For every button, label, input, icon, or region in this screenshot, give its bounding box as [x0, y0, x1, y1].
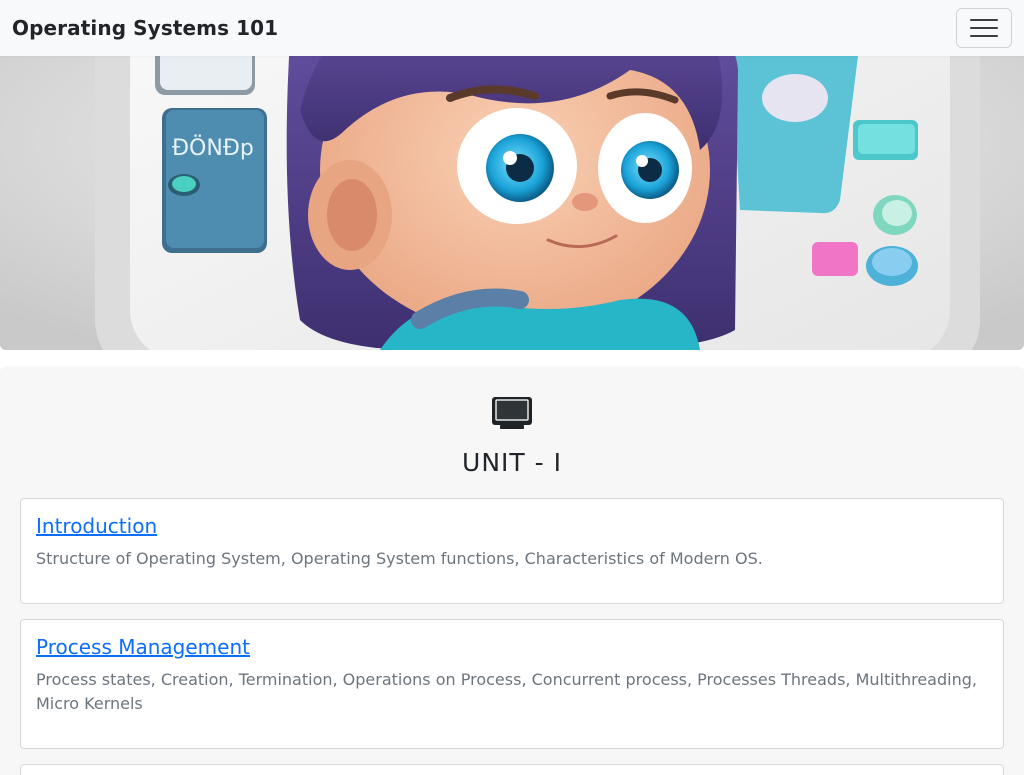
- site-brand[interactable]: Operating Systems 101: [12, 16, 278, 40]
- navbar-toggle-button[interactable]: [956, 8, 1012, 48]
- topic-description: Structure of Operating System, Operating…: [36, 549, 763, 568]
- topic-card: Process Management Process states, Creat…: [20, 619, 1004, 749]
- unit-title: UNIT - I: [462, 448, 562, 477]
- topic-description: Process states, Creation, Termination, O…: [36, 670, 977, 713]
- top-navbar: Operating Systems 101: [0, 0, 1024, 56]
- topic-link-process-management[interactable]: Process Management: [36, 634, 250, 660]
- topic-link-introduction[interactable]: Introduction: [36, 513, 157, 539]
- topic-card: Introduction Structure of Operating Syst…: [20, 498, 1004, 604]
- topic-card: [20, 764, 1004, 775]
- svg-text:ÐÖNÐp: ÐÖNÐp: [172, 135, 254, 161]
- monitor-icon: [490, 395, 534, 431]
